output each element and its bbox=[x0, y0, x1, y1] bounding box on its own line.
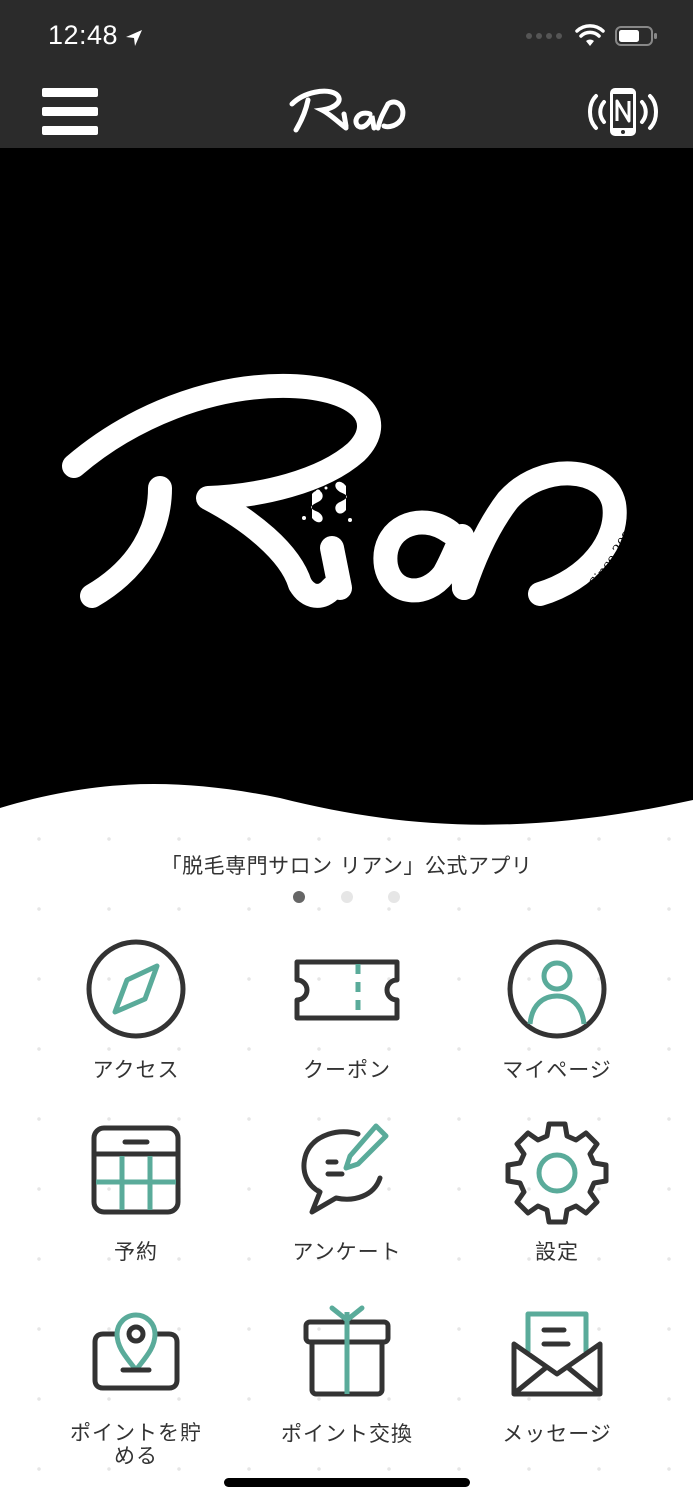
tile-label: ポイント交換 bbox=[281, 1422, 413, 1446]
tile-label-line2: める bbox=[114, 1444, 158, 1468]
home-indicator[interactable] bbox=[224, 1478, 470, 1487]
signal-icon bbox=[526, 33, 562, 39]
tile-survey[interactable]: アンケート bbox=[247, 1116, 447, 1264]
location-pin-icon bbox=[92, 1312, 180, 1391]
chat-edit-icon bbox=[301, 1123, 389, 1215]
tile-point-exchange[interactable]: ポイント交換 bbox=[247, 1298, 447, 1446]
battery-icon bbox=[615, 26, 657, 46]
status-bar: 12:48 bbox=[0, 0, 693, 74]
status-time: 12:48 bbox=[48, 20, 119, 50]
wifi-icon bbox=[575, 24, 605, 46]
banner-pager bbox=[0, 888, 693, 907]
calendar-icon bbox=[91, 1125, 181, 1215]
gift-icon bbox=[303, 1305, 391, 1397]
tile-label: アンケート bbox=[292, 1240, 402, 1264]
tile-label: 設定 bbox=[535, 1240, 579, 1264]
hero-banner[interactable]: Since 2023 bbox=[0, 148, 693, 838]
app-header bbox=[0, 74, 693, 148]
gear-icon bbox=[505, 1121, 609, 1225]
tile-label: マイページ bbox=[502, 1058, 612, 1082]
pager-dot[interactable] bbox=[387, 891, 400, 903]
tile-label: メッセージ bbox=[502, 1422, 612, 1446]
tile-earn-points[interactable]: ポイントを貯 める bbox=[36, 1298, 236, 1468]
tile-reservation[interactable]: 予約 bbox=[36, 1116, 236, 1264]
nfc-button[interactable] bbox=[582, 86, 664, 138]
tile-settings[interactable]: 設定 bbox=[457, 1116, 657, 1264]
tile-access[interactable]: アクセス bbox=[36, 934, 236, 1082]
tile-label-line1: ポイントを貯 bbox=[70, 1421, 202, 1445]
location-arrow-icon bbox=[126, 30, 142, 46]
compass-icon bbox=[86, 939, 186, 1039]
app-subtitle: 「脱毛専門サロン リアン」公式アプリ bbox=[160, 854, 533, 878]
tile-coupon[interactable]: クーポン bbox=[247, 934, 447, 1082]
menu-button[interactable] bbox=[40, 86, 102, 138]
pager-dot[interactable] bbox=[340, 891, 353, 903]
tile-label: クーポン bbox=[303, 1058, 391, 1082]
tile-label: 予約 bbox=[114, 1240, 158, 1264]
tile-label: アクセス bbox=[92, 1058, 180, 1082]
tile-message[interactable]: メッセージ bbox=[457, 1298, 657, 1446]
nfc-phone-icon bbox=[588, 88, 658, 136]
person-icon bbox=[507, 939, 607, 1039]
tile-mypage[interactable]: マイページ bbox=[457, 934, 657, 1082]
hamburger-icon bbox=[42, 88, 98, 135]
envelope-icon bbox=[511, 1311, 603, 1397]
tile-label: ポイントを貯 める bbox=[36, 1422, 236, 1468]
header-logo bbox=[289, 88, 406, 133]
ticket-icon bbox=[294, 959, 400, 1021]
pager-dot[interactable] bbox=[293, 891, 306, 903]
brand-logo: Since 2023 bbox=[0, 373, 693, 838]
